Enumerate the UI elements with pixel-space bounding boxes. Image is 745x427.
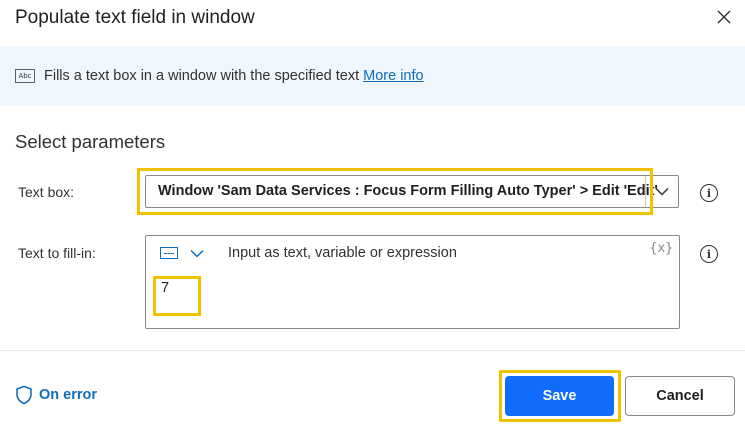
mode-dropdown-button[interactable] [189,245,205,261]
text-mode-icon[interactable] [160,247,178,259]
on-error-label: On error [39,387,98,403]
populate-text-field-dialog: Populate text field in window Abc Fills … [0,0,745,427]
text-to-fill-input[interactable]: Input as text, variable or expression {x… [145,235,680,329]
chevron-down-icon [655,187,669,196]
close-icon [717,10,731,24]
fill-placeholder-text: Input as text, variable or expression [228,245,457,261]
info-banner: Abc Fills a text box in a window with th… [0,46,745,106]
fill-value[interactable]: 7 [161,280,169,296]
abc-icon: Abc [15,69,35,83]
footer-divider [0,350,745,351]
save-button[interactable]: Save [505,376,614,416]
text-box-value: Window 'Sam Data Services : Focus Form F… [158,183,658,199]
variable-icon[interactable]: {x} [650,241,673,256]
shield-icon [16,385,32,405]
text-box-info-icon[interactable]: i [700,184,718,202]
banner-description: Fills a text box in a window with the sp… [44,68,360,84]
text-to-fill-label: Text to fill-in: [18,245,96,261]
text-box-dropdown-toggle[interactable] [645,176,678,207]
chevron-down-icon [190,249,204,258]
text-box-label: Text box: [18,184,75,200]
text-box-dropdown[interactable]: Window 'Sam Data Services : Focus Form F… [145,175,679,208]
cancel-button[interactable]: Cancel [625,376,735,416]
on-error-button[interactable]: On error [15,385,97,405]
dialog-title: Populate text field in window [15,7,255,28]
close-button[interactable] [711,4,737,30]
more-info-link[interactable]: More info [363,68,423,84]
text-to-fill-info-icon[interactable]: i [700,245,718,263]
section-heading: Select parameters [15,131,166,152]
